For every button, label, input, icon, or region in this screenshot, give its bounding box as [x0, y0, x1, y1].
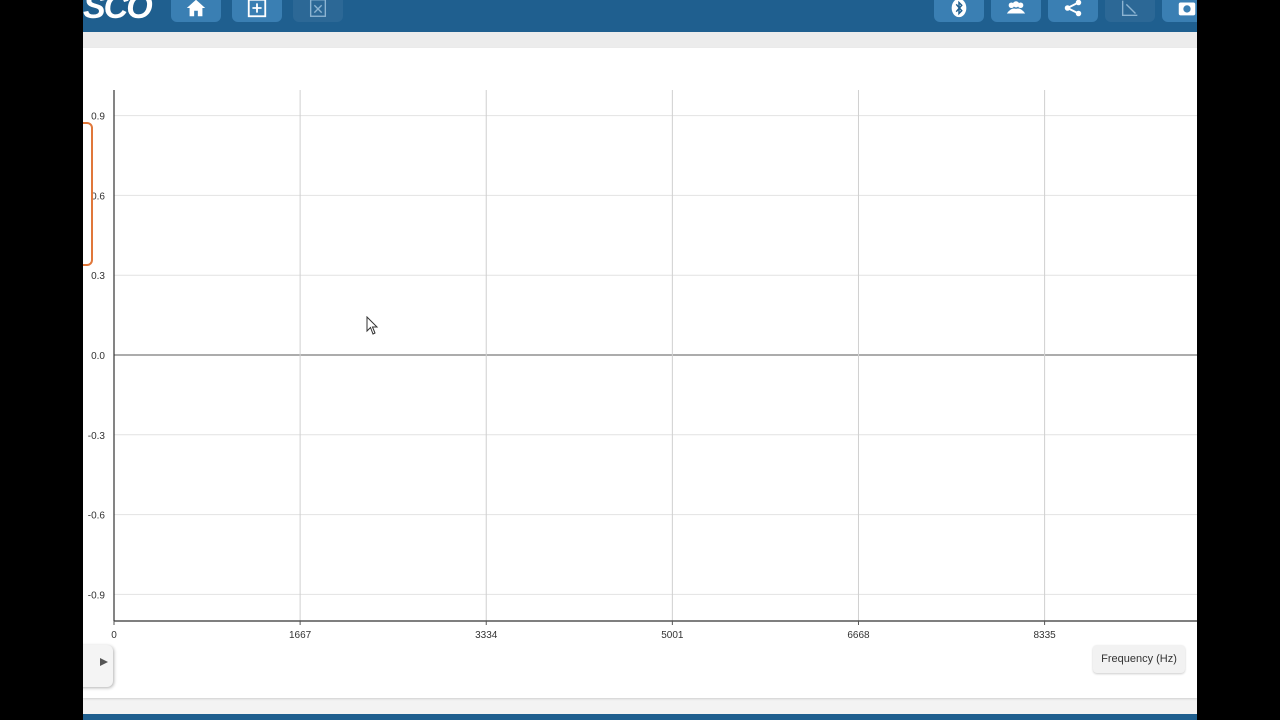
collapse-panel-button[interactable] — [83, 645, 113, 687]
x-axis-unit-button[interactable]: Frequency (Hz) — [1093, 645, 1185, 673]
y-tick-label: -0.9 — [88, 590, 106, 601]
fft-chart[interactable]: 0 1667 3334 5001 6668 8335 0.9 0.6 0.3 0.0 -0.3 -0… — [83, 0, 1197, 720]
x-tick-label: 6668 — [847, 630, 870, 641]
play-icon — [100, 658, 108, 666]
x-tick-label: 1667 — [289, 630, 312, 641]
x-tick-label: 3334 — [475, 630, 498, 641]
bottom-bar — [83, 714, 1197, 720]
x-tick-label: 5001 — [661, 630, 684, 641]
y-tick-label: 0.3 — [91, 271, 105, 282]
x-tick-label: 8335 — [1033, 630, 1056, 641]
chart-grid — [113, 90, 1197, 622]
y-tick-label: -0.6 — [88, 511, 106, 522]
sensor-selector-tab[interactable] — [83, 122, 93, 266]
app-window: SCO 0 1667 3334 5001 6668 8335 0.9 0.6 0. — [83, 0, 1197, 720]
mouse-cursor-icon — [366, 316, 379, 335]
y-tick-label: 0.9 — [91, 112, 105, 123]
x-axis-ticks: 0 1667 3334 5001 6668 8335 — [111, 621, 1056, 641]
y-tick-label: 0.0 — [91, 351, 105, 362]
x-tick-label: 0 — [111, 630, 117, 641]
y-tick-label: 0.6 — [91, 191, 105, 202]
y-tick-label: -0.3 — [88, 431, 106, 442]
